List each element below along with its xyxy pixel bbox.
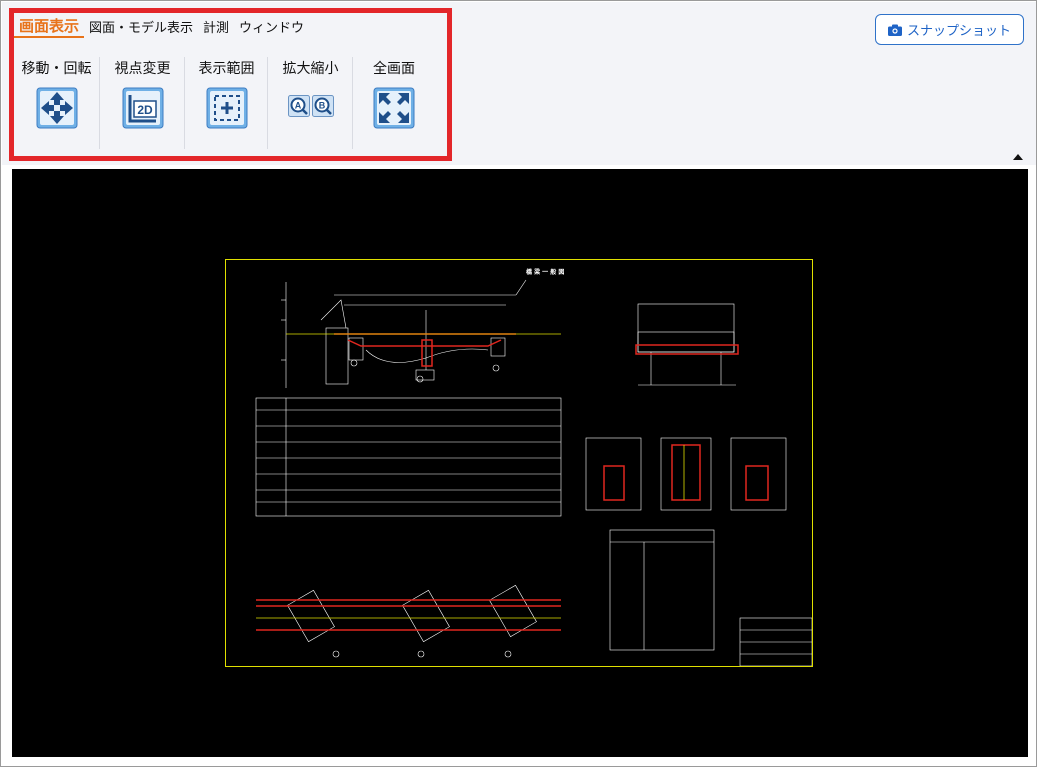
view-change-button[interactable]: 2D <box>121 87 165 129</box>
svg-text:2D: 2D <box>137 103 153 117</box>
tab-screen-display[interactable]: 画面表示 <box>14 17 85 38</box>
snapshot-button[interactable]: スナップショット <box>875 14 1024 45</box>
zoom-b-button[interactable]: B <box>311 95 334 117</box>
tool-group-fullscreen: 全画面 <box>354 57 434 149</box>
tool-group-zoom: 拡大縮小 A B <box>269 57 353 149</box>
tool-label-view-change: 視点変更 <box>114 61 171 77</box>
view-2d-icon: 2D <box>122 87 163 129</box>
toolbar: 画面表示 図面・モデル表示 計測 ウィンドウ 移動・回転 視点変更 2D 表示範… <box>2 2 1036 165</box>
collapse-toolbar-icon[interactable] <box>1013 154 1023 160</box>
zoom-a-icon: A <box>287 95 310 117</box>
move-arrows-icon <box>36 87 77 129</box>
snapshot-label: スナップショット <box>906 24 1011 39</box>
tab-drawing-model-display[interactable]: 図面・モデル表示 <box>84 20 198 38</box>
sheet-title: 橋 梁 一 般 図 <box>526 268 564 276</box>
fullscreen-button[interactable] <box>372 87 416 129</box>
zoom-b-icon: B <box>311 95 334 117</box>
display-range-icon <box>206 87 247 129</box>
tool-label-display-range: 表示範囲 <box>198 61 255 77</box>
tool-label-zoom: 拡大縮小 <box>282 61 339 77</box>
tool-group-view-change: 視点変更 2D <box>101 57 185 149</box>
drawing-sheet: 橋 梁 一 般 図 <box>225 259 813 667</box>
svg-text:B: B <box>318 101 325 111</box>
move-rotate-button[interactable] <box>35 87 79 129</box>
tool-label-move-rotate: 移動・回転 <box>21 61 92 77</box>
display-range-button[interactable] <box>205 87 249 129</box>
zoom-a-button[interactable]: A <box>287 95 310 117</box>
tool-group-display-range: 表示範囲 <box>186 57 268 149</box>
svg-text:A: A <box>294 101 301 111</box>
tab-window[interactable]: ウィンドウ <box>234 20 309 38</box>
camera-icon <box>887 24 902 36</box>
app-window: 画面表示 図面・モデル表示 計測 ウィンドウ 移動・回転 視点変更 2D 表示範… <box>0 0 1037 767</box>
drawing-viewport[interactable]: 橋 梁 一 般 図 <box>12 169 1028 757</box>
fullscreen-icon <box>373 87 415 129</box>
menu-tabs: 画面表示 図面・モデル表示 計測 ウィンドウ <box>14 16 309 38</box>
tool-label-fullscreen: 全画面 <box>373 61 415 77</box>
tab-measure[interactable]: 計測 <box>198 20 234 38</box>
tool-group-move-rotate: 移動・回転 <box>14 57 100 149</box>
bridge-drawing-image: 橋 梁 一 般 図 <box>255 268 813 667</box>
